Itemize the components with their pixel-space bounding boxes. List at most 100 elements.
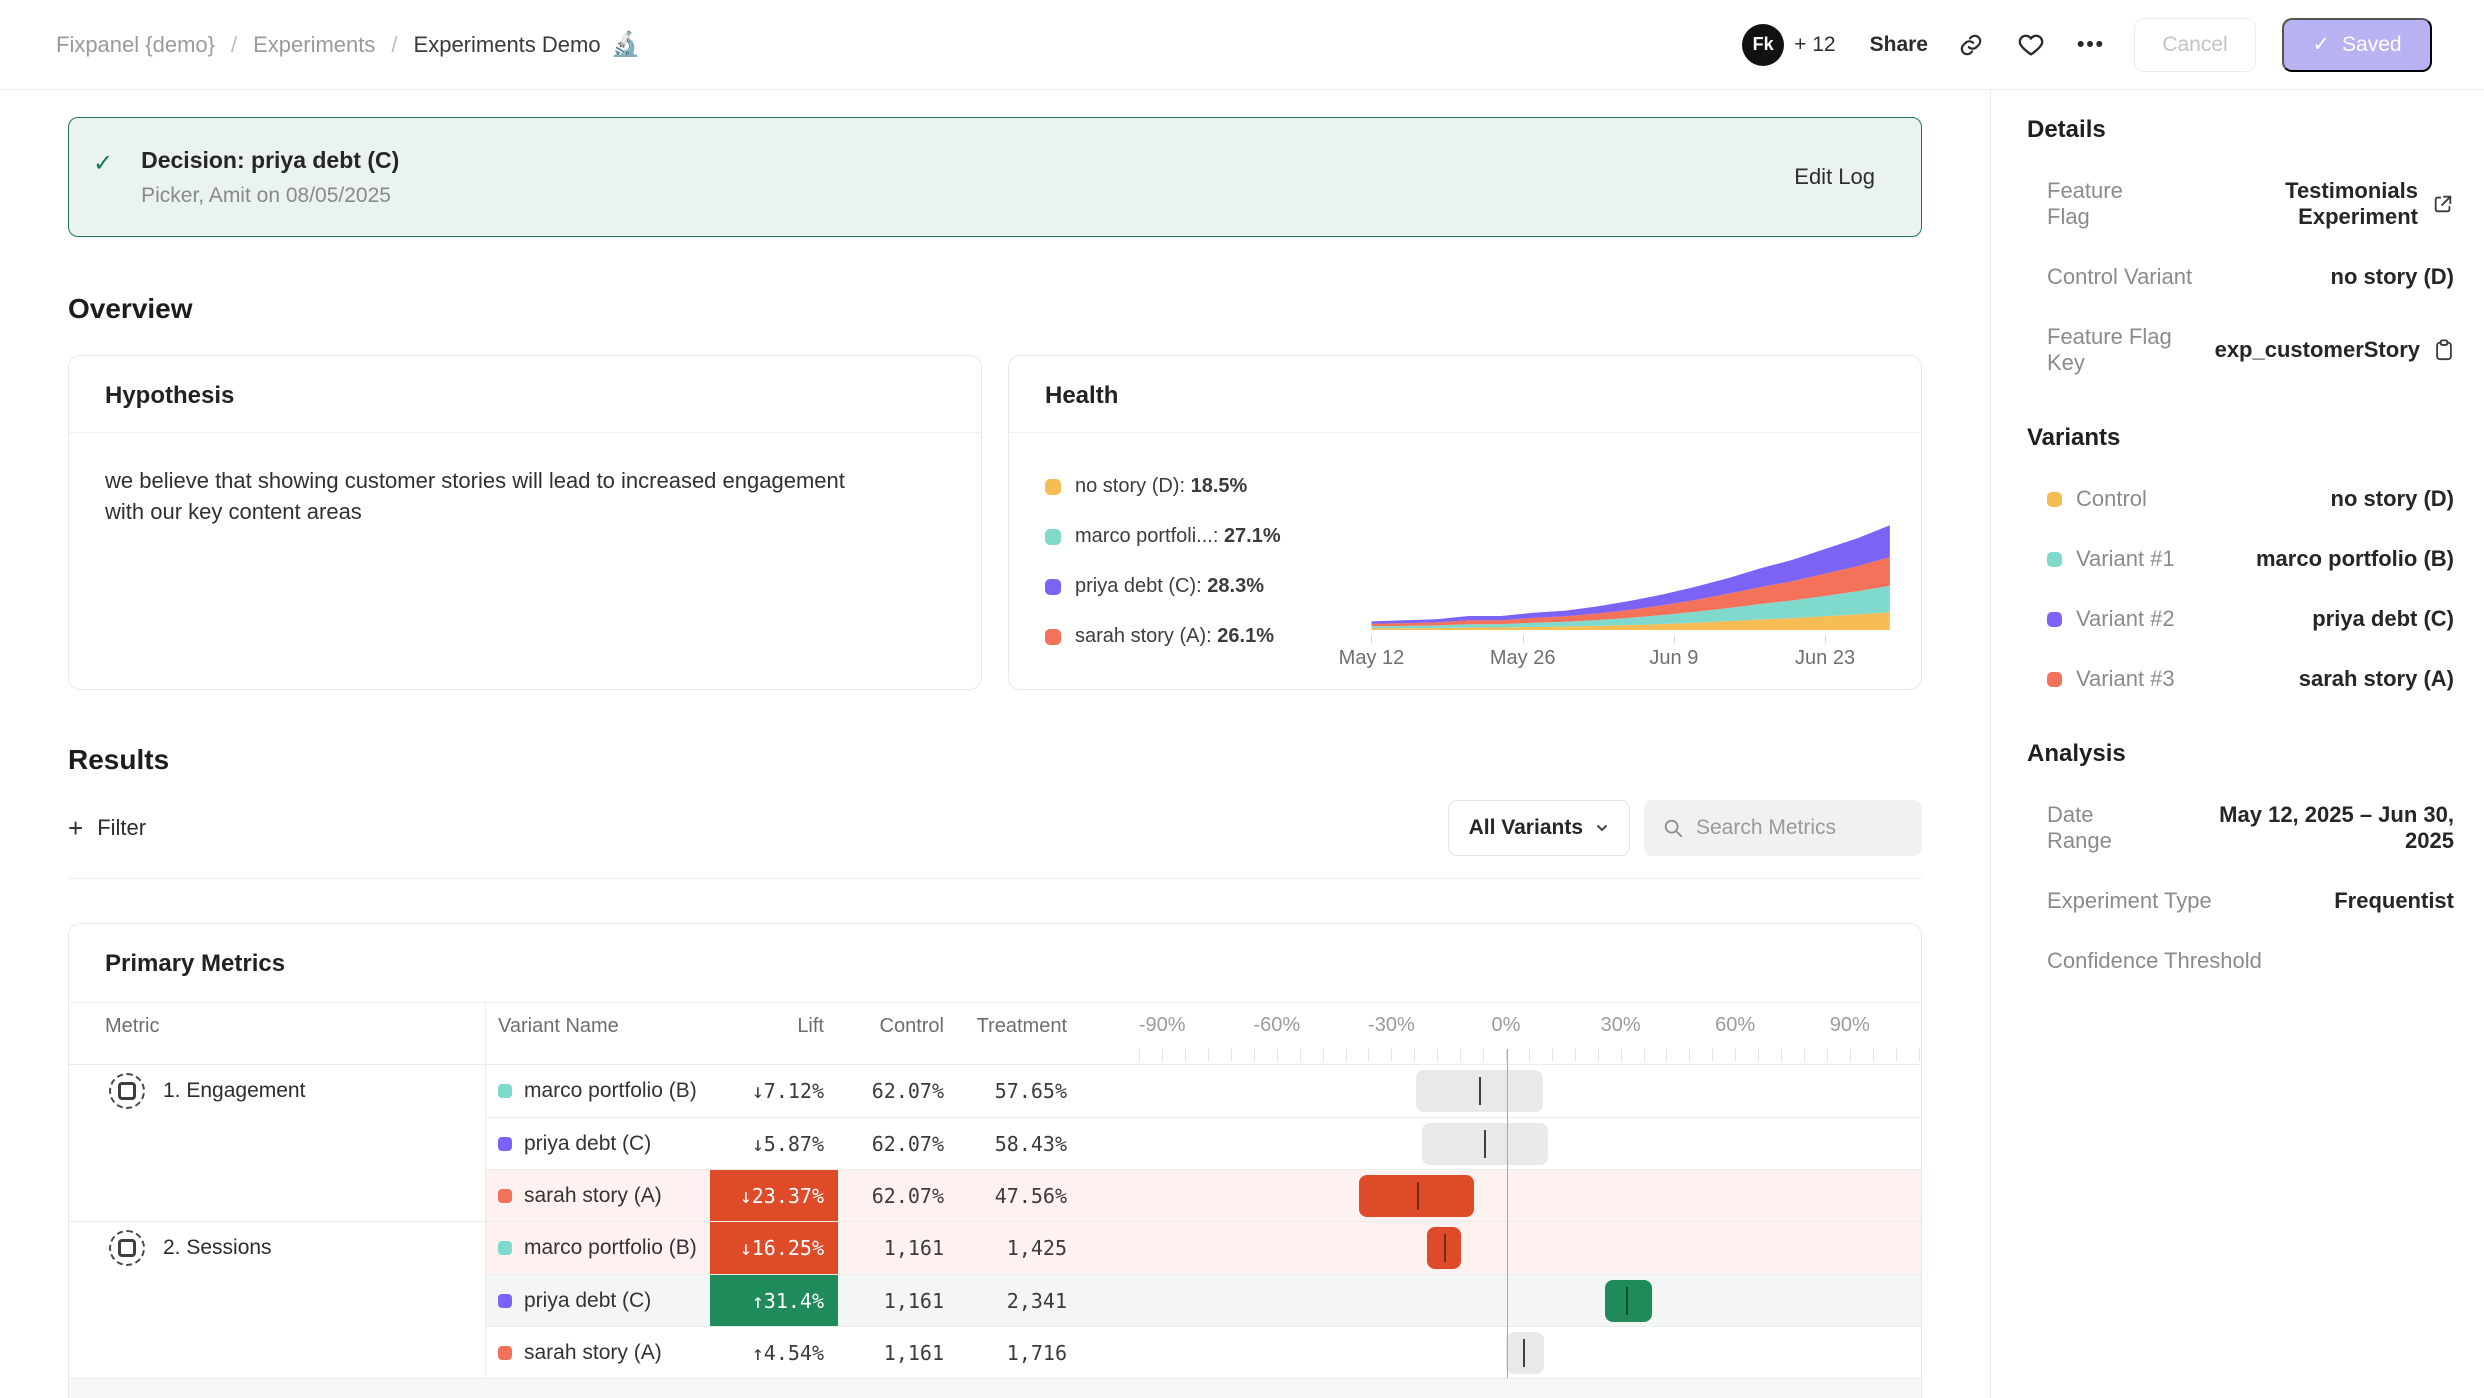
point-estimate-tick — [1523, 1339, 1525, 1367]
metric-name: 1. Engagement — [163, 1079, 305, 1103]
variant-name: priya debt (C) — [524, 1132, 651, 1156]
treatment-value: 2,341 — [958, 1275, 1081, 1326]
legend-item[interactable]: marco portfoli...: 27.1% — [1045, 525, 1355, 548]
feature-flag-value[interactable]: Testimonials Experiment — [2168, 178, 2418, 230]
cancel-button[interactable]: Cancel — [2134, 18, 2256, 72]
add-filter-button[interactable]: + Filter — [68, 815, 146, 841]
decision-subtitle: Picker, Amit on 08/05/2025 — [141, 184, 399, 208]
variant-swatch — [2047, 672, 2062, 687]
control-value: 62.07% — [838, 1065, 958, 1117]
variant-name: priya debt (C) — [524, 1289, 651, 1313]
control-value: 1,161 — [838, 1222, 958, 1274]
metric-goal-icon — [109, 1230, 145, 1266]
table-row[interactable]: priya debt (C)↓5.87%62.07%58.43% — [69, 1117, 1921, 1169]
breadcrumb-project[interactable]: Fixpanel {demo} — [56, 32, 215, 58]
health-card: Health no story (D): 18.5% marco portfoli… — [1008, 355, 1922, 690]
legend-swatch — [1045, 579, 1061, 595]
variant-name: sarah story (A) — [524, 1184, 662, 1208]
point-estimate-tick — [1417, 1182, 1419, 1210]
results-heading: Results — [68, 744, 1922, 776]
variant-swatch — [2047, 612, 2062, 627]
feature-flag-key-value: exp_customerStory — [2215, 337, 2420, 363]
confidence-threshold-label: Confidence Threshold — [2047, 948, 2262, 974]
control-value: 1,161 — [838, 1327, 958, 1378]
col-lift: Lift — [710, 1015, 838, 1038]
hypothesis-body: we believe that showing customer stories… — [69, 433, 949, 527]
check-icon: ✓ — [2312, 32, 2330, 57]
external-link-icon[interactable] — [2432, 193, 2454, 215]
control-value: 1,161 — [838, 1275, 958, 1326]
table-row[interactable]: sarah story (A)↑4.54%1,1611,716 — [69, 1326, 1921, 1378]
experiment-type-label: Experiment Type — [2047, 888, 2212, 914]
date-range-label: Date Range — [2047, 802, 2164, 854]
legend-item[interactable]: sarah story (A): 26.1% — [1045, 625, 1355, 648]
control-value: 62.07% — [838, 1118, 958, 1169]
lift-value: ↓7.12% — [710, 1065, 838, 1117]
copy-link-icon[interactable] — [1954, 28, 1988, 62]
health-chart-x-axis: May 12May 26Jun 9Jun 23 — [1355, 639, 1895, 673]
avatar-count[interactable]: + 12 — [1794, 33, 1835, 57]
search-icon — [1662, 817, 1684, 839]
decision-check-icon: ✓ — [93, 149, 113, 178]
breadcrumb-current: Experiments Demo 🔬 — [414, 30, 641, 59]
variants-dropdown[interactable]: All Variants — [1448, 800, 1630, 856]
health-chart: May 12May 26Jun 9Jun 23 — [1355, 463, 1895, 679]
ci-axis-tick-label: -60% — [1253, 1014, 1300, 1037]
metric-group: 1. Engagementmarco portfolio (B)↓7.12%62… — [69, 1065, 1921, 1221]
x-axis-label: Jun 23 — [1795, 647, 1855, 670]
zero-baseline — [1507, 1049, 1508, 1378]
add-metric-button[interactable]: + Add — [69, 1378, 1921, 1398]
variant-swatch — [498, 1084, 512, 1098]
table-row[interactable]: priya debt (C)↑31.4%1,1612,341 — [69, 1274, 1921, 1326]
ci-axis-tick-label: -90% — [1139, 1014, 1186, 1037]
plus-icon: + — [68, 815, 83, 841]
table-row[interactable]: sarah story (A)↓23.37%62.07%47.56% — [69, 1169, 1921, 1221]
treatment-value: 1,425 — [958, 1222, 1081, 1274]
control-variant-value: no story (D) — [2331, 264, 2454, 290]
x-axis-label: May 12 — [1339, 647, 1405, 670]
legend-item[interactable]: priya debt (C): 28.3% — [1045, 575, 1355, 598]
avatar[interactable]: Fk — [1742, 24, 1784, 66]
treatment-value: 1,716 — [958, 1327, 1081, 1378]
favorite-heart-icon[interactable] — [2014, 28, 2048, 62]
variant-row-2: Variant #2 priya debt (C) — [2027, 606, 2454, 632]
confidence-threshold-row: Confidence Threshold — [2027, 948, 2454, 974]
table-row[interactable]: 1. Engagement marco portfolio (B) ↓7.12%62… — [69, 1065, 1921, 1117]
col-treatment: Treatment — [958, 1015, 1081, 1038]
ci-axis-tick-label: 0% — [1492, 1014, 1521, 1037]
control-variant-row: Control Variant no story (D) — [2027, 264, 2454, 290]
more-menu-icon[interactable]: ••• — [2074, 28, 2108, 62]
lift-value: ↓5.87% — [710, 1118, 838, 1169]
variant-swatch — [2047, 492, 2062, 507]
col-metric: Metric — [69, 1003, 486, 1049]
share-button[interactable]: Share — [1870, 33, 1928, 57]
lift-value: ↑4.54% — [710, 1327, 838, 1378]
search-metrics-box[interactable] — [1644, 800, 1922, 856]
edit-log-button[interactable]: Edit Log — [1794, 164, 1875, 190]
health-legend: no story (D): 18.5% marco portfoli...: 27… — [1045, 463, 1355, 679]
lift-badge: ↓16.25% — [710, 1222, 838, 1274]
health-title: Health — [1045, 382, 1885, 410]
microscope-icon: 🔬 — [611, 30, 641, 59]
col-control: Control — [838, 1015, 958, 1038]
table-row[interactable]: 2. Sessionsmarco portfolio (B)↓16.25%1,1… — [69, 1222, 1921, 1274]
treatment-value: 57.65% — [958, 1065, 1081, 1117]
breadcrumb: Fixpanel {demo} / Experiments / Experime… — [56, 30, 641, 59]
results-toolbar: + Filter All Variants — [68, 800, 1922, 856]
breadcrumb-experiments[interactable]: Experiments — [253, 32, 375, 58]
variant-name: marco portfolio (B) — [524, 1079, 697, 1103]
saved-button[interactable]: ✓ Saved — [2282, 18, 2432, 72]
point-estimate-tick — [1444, 1234, 1446, 1262]
control-value: 62.07% — [838, 1170, 958, 1221]
clipboard-copy-icon[interactable] — [2434, 339, 2454, 361]
point-estimate-tick — [1484, 1130, 1486, 1158]
date-range-row: Date Range May 12, 2025 – Jun 30, 2025 — [2027, 802, 2454, 854]
variant-value: no story (D) — [2331, 486, 2454, 512]
search-metrics-input[interactable] — [1696, 816, 1896, 840]
ci-axis-tick-label: 60% — [1715, 1014, 1755, 1037]
experiment-type-row: Experiment Type Frequentist — [2027, 888, 2454, 914]
ci-axis-tick-label: -30% — [1368, 1014, 1415, 1037]
toolbar-divider — [68, 878, 1922, 879]
legend-item[interactable]: no story (D): 18.5% — [1045, 475, 1355, 498]
breadcrumb-separator: / — [231, 32, 237, 58]
